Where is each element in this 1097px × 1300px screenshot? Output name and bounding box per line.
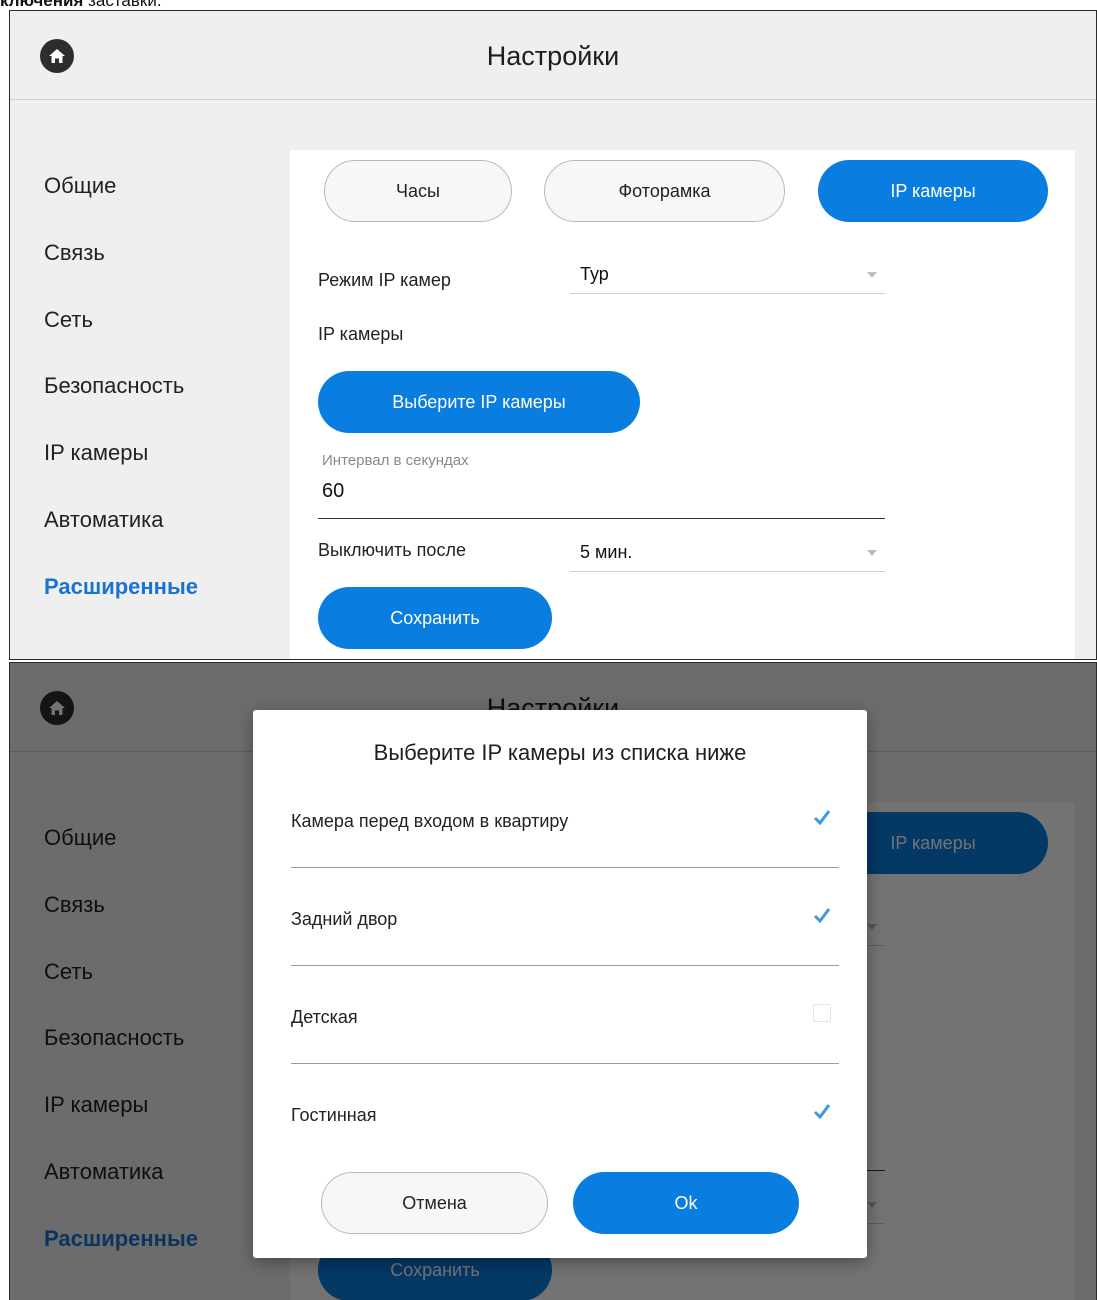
dropdown-caret-icon: [867, 550, 877, 556]
interval-value: 60: [322, 480, 345, 502]
content-panel: Часы Фоторамка IP камеры Режим IP камер …: [290, 150, 1075, 659]
camera-option-label: Камера перед входом в квартиру: [291, 811, 569, 831]
settings-screen: Настройки Общие Связь Сеть Безопасность …: [9, 10, 1097, 660]
camera-option-backyard[interactable]: Задний двор: [291, 868, 839, 966]
dropdown-caret-icon: [867, 272, 877, 278]
tab-photo-frame[interactable]: Фоторамка: [544, 160, 785, 222]
camera-option-label: Задний двор: [291, 909, 398, 929]
interval-input[interactable]: Интервал в секундах 60: [318, 452, 885, 519]
save-button[interactable]: Сохранить: [318, 587, 552, 649]
sidebar-item-network[interactable]: Сеть: [44, 307, 93, 333]
checkbox-empty-icon[interactable]: [813, 1004, 831, 1022]
page-caption: ключения заставки.: [0, 0, 162, 8]
sidebar-item-communication[interactable]: Связь: [44, 240, 105, 266]
ok-button[interactable]: Ok: [573, 1172, 799, 1234]
mode-label: Режим IP камер: [318, 270, 451, 290]
checkmark-icon[interactable]: [813, 1102, 831, 1120]
header-bar: Настройки: [10, 11, 1096, 100]
caption-rest: заставки.: [83, 0, 162, 8]
sidebar-item-general[interactable]: Общие: [44, 173, 116, 199]
interval-hint: Интервал в секундах: [322, 452, 469, 469]
sidebar-item-ip-cameras[interactable]: IP камеры: [44, 440, 148, 466]
camera-option-nursery[interactable]: Детская: [291, 966, 839, 1064]
dialog-title: Выберите IP камеры из списка ниже: [373, 740, 747, 765]
turn-off-select-value: 5 мин.: [580, 542, 633, 562]
mode-select[interactable]: Тур: [570, 260, 885, 294]
turn-off-select[interactable]: 5 мин.: [570, 538, 885, 572]
camera-option-living-room[interactable]: Гостинная: [291, 1064, 839, 1162]
sidebar-item-advanced[interactable]: Расширенные: [44, 574, 198, 600]
turn-off-label: Выключить после: [318, 540, 466, 560]
camera-option-label: Детская: [291, 1007, 358, 1027]
tab-clock[interactable]: Часы: [324, 160, 512, 222]
checkmark-icon[interactable]: [813, 906, 831, 924]
select-cameras-dialog: Выберите IP камеры из списка ниже Камера…: [253, 710, 867, 1258]
cameras-label: IP камеры: [318, 324, 404, 344]
cancel-button[interactable]: Отмена: [321, 1172, 548, 1234]
sidebar-item-automation[interactable]: Автоматика: [44, 507, 164, 533]
select-cameras-button[interactable]: Выберите IP камеры: [318, 371, 640, 433]
mode-select-value: Тур: [580, 264, 609, 284]
tab-ip-cameras[interactable]: IP камеры: [818, 160, 1048, 222]
checkmark-icon[interactable]: [813, 808, 831, 826]
sidebar-item-security[interactable]: Безопасность: [44, 373, 184, 399]
page-title: Настройки: [486, 41, 620, 71]
camera-option-label: Гостинная: [291, 1105, 377, 1125]
settings-screen-with-dialog: Настройки Общие Связь Сеть Безопасность …: [9, 662, 1097, 1300]
caption-bold: ключения: [0, 0, 83, 8]
camera-option-entrance[interactable]: Камера перед входом в квартиру: [291, 770, 839, 868]
